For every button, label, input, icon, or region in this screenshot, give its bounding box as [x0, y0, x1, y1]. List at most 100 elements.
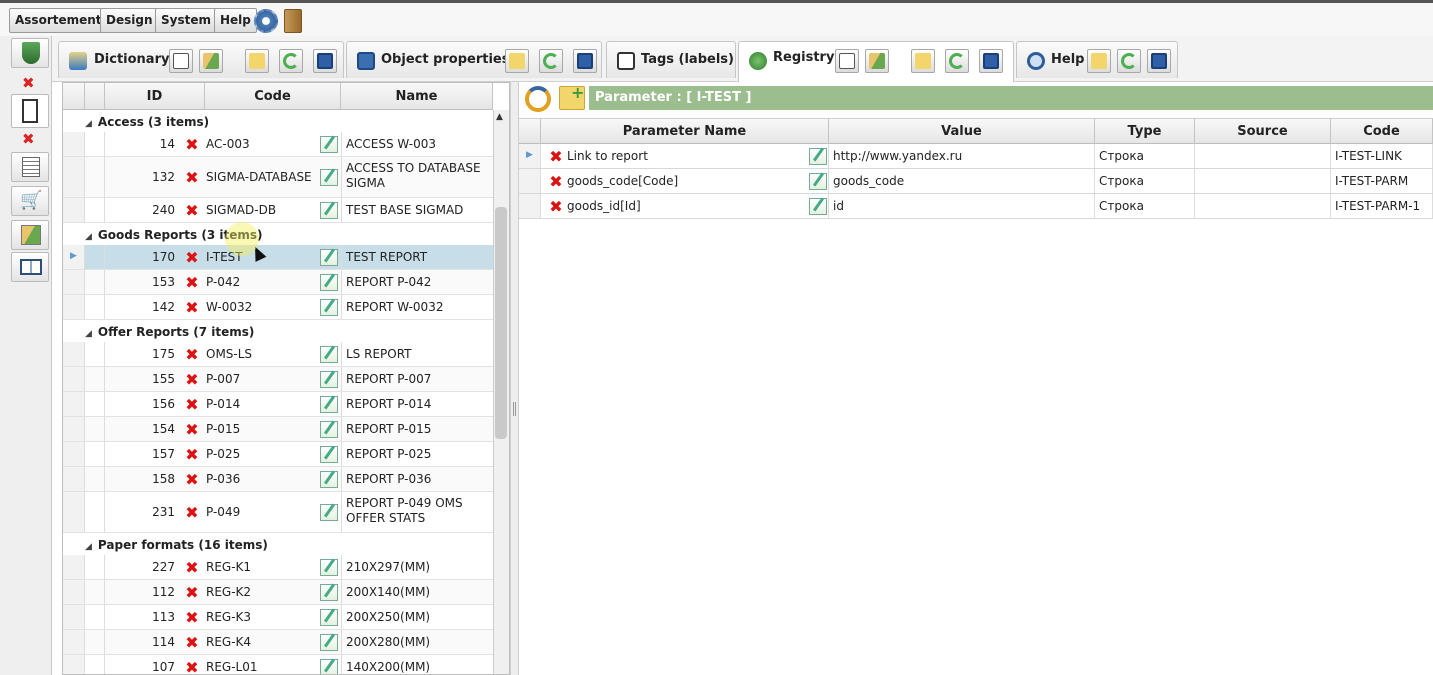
table-row[interactable]: 231 ✖ P-049 REPORT P-049 OMS OFFER STATS: [63, 492, 493, 533]
cell-value[interactable]: goods_code: [829, 169, 1095, 193]
tab-registry[interactable]: Registry: [738, 41, 1014, 82]
row-marker[interactable]: [63, 442, 85, 466]
cell-code[interactable]: REG-K1: [206, 555, 318, 579]
delete-icon[interactable]: ✖: [183, 659, 201, 674]
table-row[interactable]: 107 ✖ REG-L01 140X200(MM): [63, 655, 493, 674]
table-row[interactable]: goods_id[Id] id Строка I-TEST-PARM-1 ✖: [519, 194, 1433, 219]
scrollbar-thumb[interactable]: [495, 207, 507, 439]
table-row[interactable]: 132 ✖ SIGMA-DATABASE ACCESS TO DATABASE SIG…: [63, 157, 493, 198]
row-marker[interactable]: [63, 198, 85, 222]
column-header-value[interactable]: Value: [829, 118, 1095, 144]
column-header-code[interactable]: Code: [205, 83, 341, 110]
cell-code[interactable]: P-042: [206, 270, 318, 294]
table-row[interactable]: 112 ✖ REG-K2 200X140(MM): [63, 580, 493, 605]
cell-code[interactable]: AC-003: [206, 132, 318, 156]
edit-icon[interactable]: [320, 609, 338, 626]
menu-design[interactable]: Design: [100, 8, 159, 33]
delete-icon[interactable]: ✖: [183, 202, 201, 219]
delete-icon[interactable]: ✖: [183, 136, 201, 153]
map-button[interactable]: [11, 220, 49, 250]
cell-type[interactable]: Строка: [1095, 194, 1195, 218]
cell-name[interactable]: REPORT P-015: [341, 417, 493, 441]
cell-parameter-name[interactable]: Link to report: [541, 144, 829, 168]
edit-icon[interactable]: [320, 346, 338, 363]
column-header-code[interactable]: Code: [1331, 118, 1433, 144]
delete-icon[interactable]: ✖: [183, 249, 201, 266]
delete-icon[interactable]: ✖: [183, 421, 201, 438]
close-icon[interactable]: ✖: [22, 74, 35, 92]
table-row[interactable]: 14 ✖ AC-003 ACCESS W-003: [63, 132, 493, 157]
edit-icon[interactable]: [809, 148, 827, 165]
delete-icon[interactable]: ✖: [183, 471, 201, 488]
table-row[interactable]: 155 ✖ P-007 REPORT P-007: [63, 367, 493, 392]
edit-icon[interactable]: [320, 504, 338, 521]
table-row[interactable]: 240 ✖ SIGMAD-DB TEST BASE SIGMAD: [63, 198, 493, 223]
cell-parameter-name[interactable]: goods_id[Id]: [541, 194, 829, 218]
tab-tags[interactable]: Tags (labels): [606, 41, 736, 78]
cell-code[interactable]: P-025: [206, 442, 318, 466]
edit-icon[interactable]: [320, 371, 338, 388]
edit-icon[interactable]: [809, 198, 827, 215]
row-marker[interactable]: [63, 270, 85, 294]
delete-icon[interactable]: ✖: [547, 198, 565, 215]
column-header-id[interactable]: ID: [105, 83, 205, 110]
table-row[interactable]: 158 ✖ P-036 REPORT P-036: [63, 467, 493, 492]
row-marker[interactable]: [63, 295, 85, 319]
cell-name[interactable]: 200X140(MM): [341, 580, 493, 604]
row-marker[interactable]: [63, 492, 85, 532]
add-button[interactable]: [911, 49, 935, 73]
table-row[interactable]: goods_code[Code] goods_code Строка I-TEST-P…: [519, 169, 1433, 194]
cell-name[interactable]: ACCESS W-003: [341, 132, 493, 156]
delete-icon[interactable]: ✖: [183, 634, 201, 651]
panel-splitter[interactable]: [510, 82, 519, 675]
column-header-name[interactable]: Name: [341, 83, 493, 110]
book-button[interactable]: [11, 94, 49, 128]
delete-icon[interactable]: ✖: [183, 446, 201, 463]
cell-source[interactable]: [1195, 169, 1331, 193]
edit-icon[interactable]: [320, 249, 338, 266]
tree-button[interactable]: [835, 49, 859, 73]
delete-icon[interactable]: ✖: [183, 169, 201, 186]
delete-icon[interactable]: ✖: [183, 346, 201, 363]
delete-icon[interactable]: ✖: [183, 584, 201, 601]
cell-code[interactable]: P-015: [206, 417, 318, 441]
edit-icon[interactable]: [320, 659, 338, 674]
save-button[interactable]: [979, 49, 1003, 73]
delete-icon[interactable]: ✖: [183, 609, 201, 626]
row-marker[interactable]: [63, 555, 85, 579]
cell-code[interactable]: W-0032: [206, 295, 318, 319]
cell-code[interactable]: I-TEST-PARM-1: [1331, 194, 1433, 218]
row-marker[interactable]: [519, 169, 541, 193]
row-marker[interactable]: [63, 132, 85, 156]
row-marker[interactable]: [63, 655, 85, 674]
cell-value[interactable]: id: [829, 194, 1095, 218]
refresh-button[interactable]: [539, 49, 563, 73]
cell-name[interactable]: REPORT P-025: [341, 442, 493, 466]
cart-button[interactable]: 🛒: [11, 186, 49, 216]
cell-parameter-name[interactable]: goods_code[Code]: [541, 169, 829, 193]
group-header[interactable]: Paper formats (16 items): [85, 535, 493, 555]
cell-name[interactable]: REPORT W-0032: [341, 295, 493, 319]
delete-icon[interactable]: ✖: [547, 173, 565, 190]
row-marker[interactable]: [63, 367, 85, 391]
table-row[interactable]: 157 ✖ P-025 REPORT P-025: [63, 442, 493, 467]
edit-icon[interactable]: [320, 421, 338, 438]
gear-icon[interactable]: [254, 9, 278, 33]
save-button[interactable]: [573, 49, 597, 73]
row-marker[interactable]: [63, 157, 85, 197]
cell-code[interactable]: P-007: [206, 367, 318, 391]
cell-name[interactable]: TEST REPORT: [341, 245, 493, 269]
cell-source[interactable]: [1195, 144, 1331, 168]
row-marker[interactable]: ▶: [519, 144, 541, 168]
checklist-button[interactable]: [11, 152, 49, 182]
open-book-button[interactable]: [11, 252, 49, 282]
group-header[interactable]: Goods Reports (3 items): [85, 225, 493, 245]
table-row[interactable]: 114 ✖ REG-K4 200X280(MM): [63, 630, 493, 655]
save-button[interactable]: [313, 49, 337, 73]
cell-name[interactable]: REPORT P-036: [341, 467, 493, 491]
table-row[interactable]: 153 ✖ P-042 REPORT P-042: [63, 270, 493, 295]
table-row[interactable]: ▶ Link to report http://www.yandex.ru Строк…: [519, 144, 1433, 169]
shield-button[interactable]: [11, 38, 49, 68]
row-marker[interactable]: [63, 605, 85, 629]
delete-icon[interactable]: ✖: [183, 299, 201, 316]
